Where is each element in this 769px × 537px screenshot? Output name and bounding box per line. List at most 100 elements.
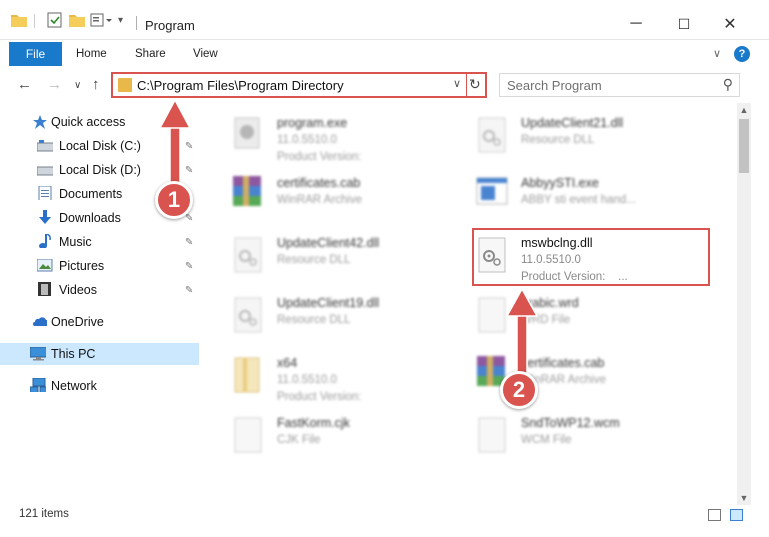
scroll-thumb[interactable] bbox=[739, 119, 749, 173]
scroll-down-icon[interactable]: ▼ bbox=[737, 493, 751, 503]
sidebar-item-label: OneDrive bbox=[51, 315, 104, 329]
music-icon bbox=[39, 234, 51, 248]
list-item[interactable]: SndToWP12.wcm WCM File bbox=[473, 414, 713, 472]
list-item[interactable]: FastKorm.cjk CJK File bbox=[229, 414, 469, 472]
sidebar-item-label: Documents bbox=[59, 187, 123, 201]
folder-icon bbox=[234, 357, 260, 393]
maximize-button[interactable]: ☐ bbox=[662, 12, 706, 36]
file-detail: WinRAR Archive bbox=[277, 194, 362, 206]
divider bbox=[34, 14, 35, 28]
sidebar-item-pictures[interactable]: Pictures ✎ bbox=[0, 255, 199, 277]
search-icon[interactable]: ⚲ bbox=[723, 76, 733, 93]
window-title: Program bbox=[145, 18, 195, 33]
large-icons-view-icon[interactable] bbox=[730, 509, 743, 521]
folder-icon bbox=[10, 12, 28, 28]
file-detail: CJK File bbox=[277, 434, 321, 446]
arrow-2-icon bbox=[505, 288, 539, 375]
file-name: x64 bbox=[277, 356, 298, 370]
status-bar: 121 items bbox=[0, 503, 769, 527]
file-detail: WCM File bbox=[521, 434, 572, 446]
item-count: 121 items bbox=[19, 508, 69, 520]
exe-file-icon bbox=[234, 117, 260, 149]
tab-file[interactable]: File bbox=[9, 42, 62, 66]
chevron-down-icon[interactable]: ∨ bbox=[453, 77, 461, 90]
drive-icon bbox=[37, 140, 53, 152]
file-name: UpdateClient42.dll bbox=[277, 236, 380, 250]
pin-icon[interactable]: ✎ bbox=[185, 261, 193, 272]
file-highlight-box bbox=[472, 228, 710, 286]
file-list: program.exe 11.0.5510.0 Product Version:… bbox=[205, 106, 737, 502]
file-name: UpdateClient21.dll bbox=[521, 116, 624, 130]
refresh-icon[interactable]: ↻ bbox=[469, 76, 481, 93]
sidebar-item-label: Local Disk (C:) bbox=[59, 139, 141, 153]
dll-file-icon bbox=[234, 237, 262, 273]
properties-icon[interactable] bbox=[46, 12, 64, 28]
list-item[interactable]: certificates.cab WinRAR Archive bbox=[229, 174, 469, 232]
new-folder-icon[interactable] bbox=[68, 12, 86, 28]
file-detail: 11.0.5510.0 bbox=[277, 134, 337, 146]
star-icon bbox=[33, 115, 47, 129]
downloads-icon bbox=[39, 210, 51, 224]
tab-share[interactable]: Share bbox=[135, 48, 166, 60]
search-box[interactable]: Search Program ⚲ bbox=[499, 73, 740, 97]
file-detail: Product Version: bbox=[277, 151, 362, 163]
cloud-icon bbox=[33, 317, 47, 326]
sidebar-item-label: Local Disk (D:) bbox=[59, 163, 141, 177]
close-button[interactable]: ✕ bbox=[708, 12, 752, 36]
up-arrow-icon: ↑ bbox=[92, 76, 100, 93]
tab-view[interactable]: View bbox=[193, 48, 218, 60]
file-name: SndToWP12.wcm bbox=[521, 416, 620, 430]
scroll-up-icon[interactable]: ▲ bbox=[737, 105, 751, 115]
minimize-button[interactable]: ─ bbox=[614, 12, 658, 36]
address-path[interactable]: C:\Program Files\Program Directory bbox=[137, 78, 344, 93]
ribbon-expand-icon[interactable]: ∨ bbox=[713, 47, 721, 60]
sidebar-item-videos[interactable]: Videos ✎ bbox=[0, 279, 199, 301]
file-detail: Resource DLL bbox=[277, 254, 351, 266]
generic-file-icon bbox=[234, 417, 262, 453]
forward-button[interactable]: → bbox=[47, 76, 62, 93]
details-view-icon[interactable] bbox=[708, 509, 721, 521]
help-icon[interactable]: ? bbox=[734, 46, 750, 62]
file-name: FastKorm.cjk bbox=[277, 416, 350, 430]
vertical-scrollbar[interactable]: ▲ ▼ bbox=[737, 103, 751, 505]
address-divider bbox=[466, 73, 467, 97]
file-detail: Product Version: bbox=[277, 391, 362, 403]
pin-icon[interactable]: ✎ bbox=[185, 237, 193, 248]
address-bar[interactable]: C:\Program Files\Program Directory ∨ ↻ bbox=[111, 72, 487, 98]
sidebar-item-onedrive[interactable]: OneDrive bbox=[0, 311, 199, 333]
drive-icon bbox=[37, 166, 53, 176]
step-badge: 1 bbox=[155, 181, 193, 219]
pin-icon[interactable]: ✎ bbox=[185, 285, 193, 296]
title-bar: ▾ Program ─ ☐ ✕ bbox=[0, 0, 769, 40]
list-item[interactable]: UpdateClient21.dll Resource DLL bbox=[473, 114, 713, 172]
sidebar-item-network[interactable]: Network bbox=[0, 375, 199, 397]
sidebar-item-music[interactable]: Music ✎ bbox=[0, 231, 199, 253]
list-item[interactable]: program.exe 11.0.5510.0 Product Version: bbox=[229, 114, 469, 172]
documents-icon bbox=[38, 186, 52, 200]
dll-file-icon bbox=[478, 117, 506, 153]
recent-locations-button[interactable]: ∨ bbox=[74, 80, 81, 91]
rename-icon[interactable] bbox=[90, 12, 112, 28]
list-item[interactable]: AbbyySTI.exe ABBY sti event hand... bbox=[473, 174, 713, 232]
up-button[interactable]: ↑ bbox=[92, 76, 100, 93]
file-name: certificates.cab bbox=[277, 176, 361, 190]
sidebar-item-label: This PC bbox=[51, 347, 96, 361]
winrar-icon bbox=[233, 176, 261, 206]
back-button[interactable]: ← bbox=[17, 76, 32, 93]
file-detail: 11.0.5510.0 bbox=[277, 374, 337, 386]
list-item[interactable]: x64 11.0.5510.0 Product Version: bbox=[229, 354, 469, 412]
tab-home[interactable]: Home bbox=[76, 48, 107, 60]
file-name: AbbyySTI.exe bbox=[521, 176, 599, 190]
list-item[interactable]: UpdateClient42.dll Resource DLL bbox=[229, 234, 469, 292]
pictures-icon bbox=[37, 259, 53, 272]
sidebar-item-this-pc[interactable]: This PC bbox=[0, 343, 199, 365]
customize-qa-icon[interactable]: ▾ bbox=[118, 15, 136, 31]
close-icon: ✕ bbox=[723, 16, 737, 33]
dll-file-icon bbox=[234, 297, 262, 333]
sidebar-item-label: Videos bbox=[59, 283, 97, 297]
sidebar-item-label: Network bbox=[51, 379, 97, 393]
title-divider bbox=[136, 16, 137, 30]
folder-icon bbox=[118, 78, 132, 92]
search-input[interactable]: Search Program bbox=[507, 78, 602, 93]
list-item[interactable]: UpdateClient19.dll Resource DLL bbox=[229, 294, 469, 352]
